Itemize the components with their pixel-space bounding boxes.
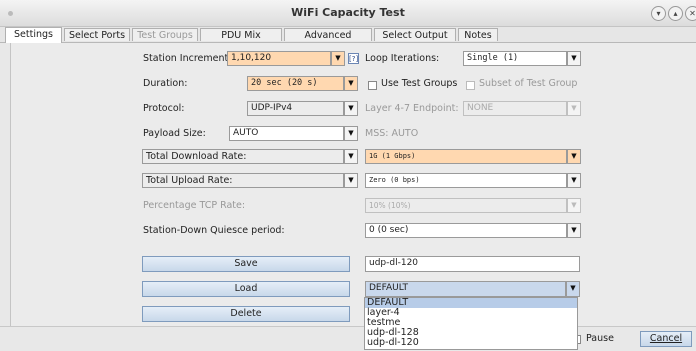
window-title: WiFi Capacity Test	[291, 6, 405, 19]
protocol-label: Protocol:	[143, 103, 185, 114]
load-config-dropdown-list: DEFAULT layer-4 testme udp-dl-128 udp-dl…	[364, 297, 578, 350]
layer47-endpoint-label: Layer 4-7 Endpoint:	[365, 103, 459, 114]
station-increment-input[interactable]: 1,10,120	[227, 51, 331, 66]
duration-input[interactable]: 20 sec (20 s)	[247, 76, 344, 91]
load-button[interactable]: Load	[142, 281, 350, 297]
delete-button[interactable]: Delete	[142, 306, 350, 322]
loop-iterations-select[interactable]: Single (1)	[463, 51, 567, 66]
quiesce-period-dropdown-icon[interactable]: ▼	[567, 223, 581, 238]
tab-select-ports[interactable]: Select Ports	[64, 28, 130, 41]
settings-panel: Station Increment: 1,10,120 ▼ [?] Loop I…	[10, 43, 696, 326]
save-button[interactable]: Save	[142, 256, 350, 272]
tab-test-groups[interactable]: Test Groups	[132, 28, 198, 41]
duration-label: Duration:	[143, 78, 188, 89]
tab-pdu-mix-settings[interactable]: PDU Mix Settings	[200, 28, 282, 54]
tcp-rate-dropdown-icon[interactable]: ▼	[567, 198, 581, 213]
protocol-dropdown-icon[interactable]: ▼	[344, 101, 358, 116]
station-increment-label: Station Increment:	[143, 53, 232, 64]
use-test-groups-label: Use Test Groups	[381, 78, 458, 89]
config-name-input[interactable]: udp-dl-120	[365, 256, 580, 272]
use-test-groups-checkbox[interactable]	[368, 81, 377, 90]
tab-notes[interactable]: Notes	[458, 28, 498, 41]
title-bar: WiFi Capacity Test ▾ ▴ ✕	[0, 0, 696, 27]
subset-test-group-checkbox[interactable]	[466, 81, 475, 90]
station-increment-help-icon[interactable]: [?]	[348, 53, 359, 64]
upload-rate-label[interactable]: Total Upload Rate:	[142, 173, 344, 188]
download-rate-label[interactable]: Total Download Rate:	[142, 149, 344, 164]
minimize-icon[interactable]: ▾	[651, 6, 666, 21]
download-rate-select[interactable]: 1G (1 Gbps)	[365, 149, 567, 164]
payload-size-dropdown-icon[interactable]: ▼	[344, 126, 358, 141]
quiesce-period-select[interactable]: 0 (0 sec)	[365, 223, 567, 238]
tcp-rate-select[interactable]: 10% (10%)	[365, 198, 567, 213]
upload-rate-dropdown-icon[interactable]: ▼	[567, 173, 581, 188]
tab-advanced-settings[interactable]: Advanced Settings	[284, 28, 372, 54]
download-rate-dropdown-icon[interactable]: ▼	[567, 149, 581, 164]
bottom-bar: Pause Cancel	[0, 326, 696, 351]
tab-select-output[interactable]: Select Output	[374, 28, 456, 41]
loop-iterations-label: Loop Iterations:	[365, 53, 440, 64]
payload-size-label: Payload Size:	[143, 128, 206, 139]
load-config-select[interactable]: DEFAULT	[365, 281, 566, 297]
tab-bar: Settings Select Ports Test Groups PDU Mi…	[0, 27, 696, 54]
maximize-icon[interactable]: ▴	[668, 6, 683, 21]
upload-rate-select[interactable]: Zero (0 bps)	[365, 173, 567, 188]
tcp-rate-label: Percentage TCP Rate:	[143, 200, 246, 211]
subset-test-group-label: Subset of Test Group	[479, 78, 578, 89]
station-increment-dropdown-icon[interactable]: ▼	[331, 51, 345, 66]
mss-label: MSS: AUTO	[365, 128, 419, 139]
quiesce-period-label: Station-Down Quiesce period:	[143, 225, 285, 236]
cancel-button[interactable]: Cancel	[640, 331, 692, 347]
close-icon[interactable]: ✕	[685, 6, 696, 21]
upload-rate-label-dropdown-icon[interactable]: ▼	[344, 173, 358, 188]
pause-label: Pause	[586, 333, 614, 344]
payload-size-input[interactable]: AUTO	[229, 126, 344, 141]
download-rate-label-dropdown-icon[interactable]: ▼	[344, 149, 358, 164]
layer47-dropdown-icon[interactable]: ▼	[567, 101, 581, 116]
load-config-dropdown-icon[interactable]: ▼	[566, 281, 580, 297]
layer47-endpoint-select[interactable]: NONE	[463, 101, 567, 116]
dropdown-item-udp-dl-120[interactable]: udp-dl-120	[365, 338, 577, 348]
protocol-select[interactable]: UDP-IPv4	[247, 101, 344, 116]
tab-settings[interactable]: Settings	[5, 27, 62, 43]
loop-iterations-dropdown-icon[interactable]: ▼	[567, 51, 581, 66]
duration-dropdown-icon[interactable]: ▼	[344, 76, 358, 91]
